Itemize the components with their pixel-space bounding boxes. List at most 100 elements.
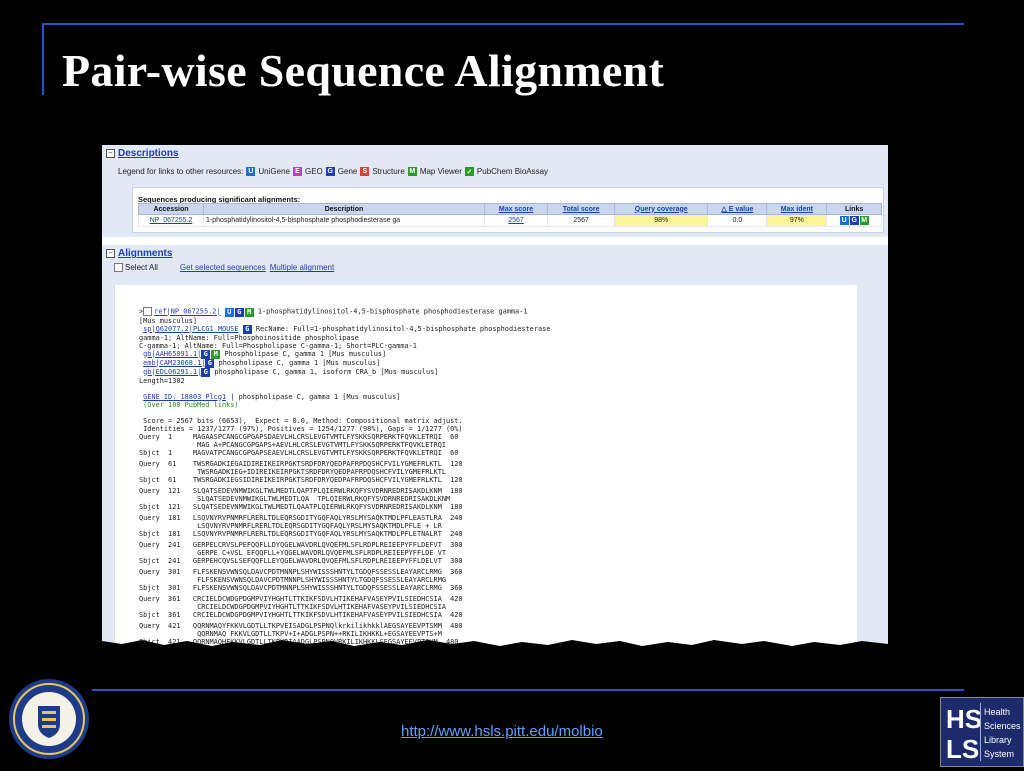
legend-pubchem: PubChem BioAssay <box>476 167 549 176</box>
checkbox-icon[interactable] <box>143 307 153 316</box>
select-all-label: Select All <box>125 263 158 272</box>
results-table: Accession Description Max score Total sc… <box>138 203 882 227</box>
descriptions-link[interactable]: Descriptions <box>118 148 179 159</box>
gb2-desc: phospholipase C, gamma 1, isoform CRA_b … <box>210 367 439 376</box>
svg-text:LS: LS <box>946 734 979 764</box>
gene-link-icon[interactable]: G <box>849 216 859 225</box>
get-selected-link[interactable]: Get selected sequences <box>180 263 266 272</box>
svg-text:System: System <box>984 749 1014 759</box>
legend-map-viewer: Map Viewer <box>419 167 462 176</box>
match-line: GERPE C+VSL EFQQFLL+YQGELWAVDRLQVQEFMLSF… <box>139 549 446 557</box>
subject-line: Sbjct 181 LSQVNYRVPNMRFLRERLTDLEQRSGDITY… <box>139 530 463 538</box>
gb2-link[interactable]: gb|EDL06291.1| <box>143 368 201 376</box>
emb-link[interactable]: emb|CAM23068.1| <box>143 359 205 367</box>
descriptions-header: − Descriptions <box>106 148 179 159</box>
table-row: NP_067255.2 1-phosphatidylinositol-4,5-b… <box>138 214 882 227</box>
max-score-link[interactable]: 2567 <box>483 214 549 227</box>
map-viewer-link-icon[interactable]: M <box>211 349 221 359</box>
gene-link-icon[interactable]: G <box>234 307 244 317</box>
total-score-cell: 2567 <box>547 214 616 227</box>
alignments-header: − Alignments <box>106 248 172 259</box>
col-description[interactable]: Description <box>203 203 485 215</box>
subject-line: Sbjct 301 FLFSKENSVWNSQLDAVCPDTMNNPLSHYW… <box>139 584 463 592</box>
sp-desc: RecName: Full=1-phosphatidylinositol-4,5… <box>251 324 551 333</box>
query-line: Query 1 MAGAASPCANGCGPGAPSDAEVLHLCRSLEVG… <box>139 433 459 441</box>
subject-line: Sbjct 121 SLQATSEDEVNMWIKGLTWLMEDTLQAATP… <box>139 503 463 511</box>
structure-icon: S <box>360 167 370 176</box>
col-e-value[interactable]: △ E value <box>707 203 768 215</box>
max-ident-cell: 97% <box>766 214 828 227</box>
collapse-icon[interactable]: − <box>106 149 115 158</box>
pubmed-links[interactable]: (Over 100 PubMed links) <box>143 401 238 409</box>
match-line: FLFSKENSVWNSQLDAVCPDTMNNPLSHYWISSSHNTYLT… <box>139 576 446 584</box>
ref-link[interactable]: ref|NP_067255.2| <box>154 308 220 316</box>
results-header-row: Accession Description Max score Total sc… <box>138 203 882 215</box>
col-accession[interactable]: Accession <box>138 203 204 215</box>
geo-icon: E <box>292 167 302 176</box>
sp-link[interactable]: sp|Q62077.2|PLCG1_MOUSE <box>143 325 238 333</box>
multiple-alignment-link[interactable]: Multiple alignment <box>270 263 334 272</box>
gb-desc: Phospholipase C, gamma 1 [Mus musculus] <box>220 349 387 358</box>
legend-gene: Gene <box>337 167 358 176</box>
col-max-ident[interactable]: Max ident <box>766 203 828 215</box>
gene-link-icon[interactable]: G <box>201 367 211 377</box>
selection-bar: Select All Get selected sequences Multip… <box>114 263 334 273</box>
gene-id-link[interactable]: GENE ID: 18803 Plcg1 <box>143 393 226 401</box>
sp-desc-3: C-gamma-1; AltName: Full=Phospholipase C… <box>139 341 417 350</box>
legend-unigene: UniGene <box>258 167 290 176</box>
legend-label: Legend for links to other resources: <box>118 167 244 176</box>
query-line: Query 241 GERPELCRVSLPEFQQFLLDYQGELWAVDR… <box>139 541 463 549</box>
emb-desc: phospholipase C, gamma 1 [Mus musculus] <box>214 358 381 367</box>
query-line: Query 421 QQRNMAQYFKKVLGDTLLTKPVEISADGLP… <box>139 622 463 630</box>
collapse-icon[interactable]: − <box>106 249 115 258</box>
torn-edge <box>102 640 888 649</box>
sp-desc-2: gamma-1; AltName: Full=Phosphoinositide … <box>139 333 359 342</box>
map-viewer-link-icon[interactable]: M <box>244 307 254 317</box>
alignment-block: Query 1 MAGAASPCANGCGPGAPSDAEVLHLCRSLEVG… <box>139 433 463 457</box>
match-line: LSQVNYRVPNMRFLRERLTDLEQRSGDITYGQFAQLYRSL… <box>139 522 446 530</box>
unigene-icon: U <box>246 167 256 176</box>
university-seal-icon <box>9 679 89 759</box>
unigene-link-icon[interactable]: U <box>839 216 849 225</box>
checkbox-icon[interactable] <box>114 263 123 273</box>
gene-icon: G <box>325 167 335 176</box>
match-line: SLQATSEDEVNMWIKGLTWLMEDTLQA TPLQIERWLRKQ… <box>139 495 451 503</box>
col-total-score[interactable]: Total score <box>547 203 616 215</box>
subject-line: Sbjct 61 TWSRGADKIEGSIDIREIKEIRPGKTSRDFD… <box>139 476 463 484</box>
alignment-block: Query 61 TWSRGADKIEGAIDIREIKEIRPGKTSRDFD… <box>139 460 463 484</box>
alignment-block: Query 241 GERPELCRVSLPEFQQFLLDYQGELWAVDR… <box>139 541 463 565</box>
links-cell: U G M <box>826 214 882 227</box>
gene-link-icon[interactable]: G <box>242 324 252 334</box>
gene-desc: | phospholipase C, gamma 1 [Mus musculus… <box>226 392 401 401</box>
subject-line: Sbjct 241 GERPEHCQVSLSEFQQFLLEYQGELWAVDR… <box>139 557 463 565</box>
select-all[interactable]: Select All <box>114 263 158 273</box>
gene-link-icon[interactable]: G <box>201 349 211 359</box>
alignment-block: Query 181 LSQVNYRVPNMRFLRERLTDLEQRSGDITY… <box>139 514 463 538</box>
hit-header: > ref|NP_067255.2| UGM 1-phosphatidylinos… <box>139 307 551 433</box>
col-max-score[interactable]: Max score <box>483 203 549 215</box>
footer-line <box>92 689 964 691</box>
blast-screenshot: − Descriptions Legend for links to other… <box>102 145 888 649</box>
unigene-link-icon[interactable]: U <box>224 307 234 317</box>
alignment-block: Query 121 SLQATSEDEVNMWIKGLTWLMEDTLQAPTP… <box>139 487 463 511</box>
alignment-blocks: Query 1 MAGAASPCANGCGPGAPSDAEVLHLCRSLEVG… <box>139 433 463 649</box>
alignment-content: > ref|NP_067255.2| UGM 1-phosphatidylinos… <box>114 285 857 649</box>
footer-url-link[interactable]: http://www.hsls.pitt.edu/molbio <box>401 723 603 740</box>
query-line: Query 61 TWSRGADKIEGAIDIREIKEIRPGKTSRDFD… <box>139 460 463 468</box>
ref-organism: [Mus musculus] <box>139 316 198 325</box>
svg-text:Health: Health <box>984 707 1010 717</box>
gb-link[interactable]: gb|AAH65091.1| <box>143 350 201 358</box>
e-value-cell: 0.0 <box>707 214 768 227</box>
alignments-link[interactable]: Alignments <box>118 248 172 259</box>
accession-link[interactable]: NP_067255.2 <box>138 214 204 227</box>
svg-text:Library: Library <box>984 735 1012 745</box>
svg-text:HS: HS <box>946 704 982 734</box>
svg-text:Sciences: Sciences <box>984 721 1021 731</box>
title-sidebar-line <box>42 23 44 95</box>
alignment-block: Query 301 FLFSKENSVWNSQLDAVCPDTMNNPLSHYW… <box>139 568 463 592</box>
map-viewer-link-icon[interactable]: M <box>859 216 869 225</box>
col-query-coverage[interactable]: Query coverage <box>614 203 709 215</box>
query-line: Query 361 CRCIELDCWDGPDGMPVIYHGHTLTTKIKF… <box>139 595 463 603</box>
map-viewer-icon: M <box>407 167 417 176</box>
query-coverage-cell: 98% <box>614 214 709 227</box>
